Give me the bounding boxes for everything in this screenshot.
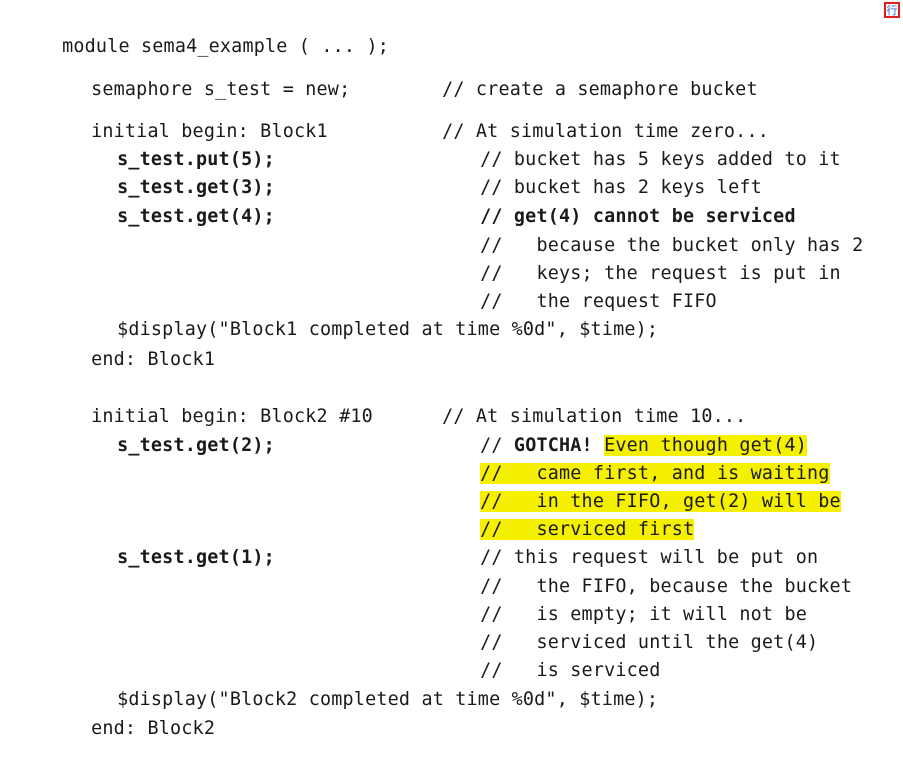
put5-statement-line: s_test.put(5);	[72, 118, 275, 170]
block2-begin-line: initial begin: Block2 #10	[46, 375, 373, 427]
corner-mark-icon: 行	[884, 2, 900, 18]
block1-end-line: end: Block1	[46, 318, 215, 370]
block2-begin-comment-line: // At simulation time 10...	[397, 375, 746, 427]
highlighted-comment-line-2: // in the FIFO, get(2) will be	[435, 460, 841, 512]
corner-mark-text: 行	[886, 4, 898, 17]
module-declaration-line: module sema4_example ( ... );	[17, 5, 389, 57]
get1-comment-line: // this request will be put on	[435, 516, 818, 568]
semaphore-comment-line: // create a semaphore bucket	[397, 48, 758, 100]
block1-continuation-3: // the request FIFO	[435, 260, 717, 312]
get4-comment-line: // get(4) cannot be serviced	[435, 175, 796, 227]
block1-begin-line: initial begin: Block1	[46, 90, 328, 142]
block2-display-line: $display("Block2 completed at time %0d",…	[72, 658, 658, 710]
get3-comment-line: // bucket has 2 keys left	[435, 146, 762, 198]
get3-statement-line: s_test.get(3);	[72, 146, 275, 198]
code-listing: module sema4_example ( ... ); semaphore …	[0, 0, 903, 739]
get2-statement-line: s_test.get(2);	[72, 404, 275, 456]
get1-statement-line: s_test.get(1);	[72, 516, 275, 568]
block1-end: end: Block1	[91, 349, 216, 370]
block2-end: end: Block2	[91, 718, 216, 739]
gotcha-comment-line: // GOTCHA! Even though get(4)	[435, 404, 808, 456]
get4-statement: s_test.get(4);	[117, 206, 275, 227]
block2-continuation-1: // the FIFO, because the bucket	[435, 545, 852, 597]
block1-begin-comment-line: // At simulation time zero...	[397, 90, 769, 142]
block1-continuation-1: // because the bucket only has 2	[435, 204, 863, 256]
semaphore-declaration-line: semaphore s_test = new;	[46, 48, 350, 100]
block2-continuation-4: // is serviced	[435, 629, 660, 681]
highlighted-comment-line-1: // came first, and is waiting	[435, 432, 830, 484]
block2-end-line: end: Block2	[46, 687, 215, 739]
block1-continuation-2: // keys; the request is put in	[435, 232, 841, 284]
highlighted-comment-line-3: // serviced first	[435, 488, 695, 540]
block2-continuation-2: // is empty; it will not be	[435, 573, 807, 625]
get4-statement-line: s_test.get(4);	[72, 175, 275, 227]
block1-display-line: $display("Block1 completed at time %0d",…	[72, 288, 658, 340]
put5-comment-line: // bucket has 5 keys added to it	[435, 118, 841, 170]
get1-statement: s_test.get(1);	[117, 547, 275, 568]
get2-statement: s_test.get(2);	[117, 435, 275, 456]
block2-continuation-3: // serviced until the get(4)	[435, 601, 818, 653]
